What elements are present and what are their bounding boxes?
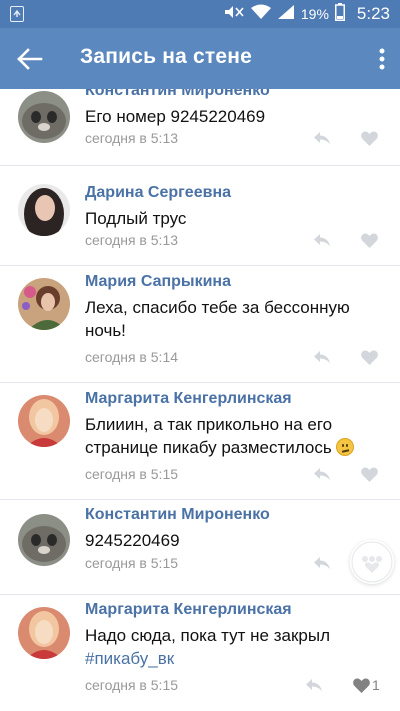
reply-icon[interactable] — [313, 350, 331, 364]
reply-icon[interactable] — [313, 467, 331, 481]
comment-item: Дарина Сергеевна Подлый трус сегодня в 5… — [0, 166, 400, 266]
comment-text: 9245220469 — [85, 531, 180, 550]
comment-text-body: Блииин, а так прикольно на его странице … — [85, 415, 333, 457]
avatar[interactable] — [18, 514, 70, 566]
comment-item: Маргарита Кенгерлинская Надо сюда, пока … — [0, 595, 400, 711]
comment-text: Леха, спасибо тебе за бессонную ночь! — [85, 298, 350, 340]
comment-time: сегодня в 5:15 — [85, 677, 179, 693]
heart-icon[interactable] — [361, 350, 378, 365]
avatar[interactable] — [18, 395, 70, 447]
app-bar: Запись на стене — [0, 28, 400, 89]
heart-icon[interactable] — [361, 131, 378, 146]
reply-icon[interactable] — [313, 556, 331, 570]
comment-time: сегодня в 5:15 — [85, 466, 179, 482]
avatar[interactable] — [18, 184, 70, 236]
comment-item: Константин Мироненко Его номер 924522046… — [0, 89, 400, 166]
reply-icon[interactable] — [305, 678, 323, 692]
mute-icon — [223, 4, 245, 25]
floating-action-button[interactable] — [350, 540, 394, 584]
comment-text: Подлый трус — [85, 209, 187, 228]
heart-icon[interactable] — [353, 678, 370, 693]
hashtag-link[interactable]: #пикабу_вк — [85, 647, 385, 670]
comment-text: Блииин, а так прикольно на его странице … — [85, 413, 385, 459]
comment-author[interactable]: Мария Сапрыкина — [85, 273, 231, 291]
comment-time: сегодня в 5:15 — [85, 555, 179, 571]
comment-text-body: Надо сюда, пока тут не закрыл — [85, 626, 331, 645]
comment-author[interactable]: Константин Мироненко — [85, 506, 270, 524]
comment-time: сегодня в 5:13 — [85, 232, 179, 248]
like-count: 1 — [372, 677, 380, 693]
avatar[interactable] — [18, 278, 70, 330]
heart-icon[interactable] — [361, 467, 378, 482]
clock: 5:23 — [356, 4, 390, 23]
comment-author[interactable]: Дарина Сергеевна — [85, 184, 231, 202]
comment-item: Маргарита Кенгерлинская Блииин, а так пр… — [0, 383, 400, 500]
notification-icon — [10, 6, 24, 22]
wifi-icon — [250, 4, 271, 25]
confused-face-icon — [336, 438, 355, 456]
comment-time: сегодня в 5:13 — [85, 130, 179, 146]
chat-bubble-icon — [351, 541, 393, 583]
arrow-left-icon[interactable] — [16, 46, 44, 72]
more-vertical-icon[interactable] — [378, 46, 386, 72]
reply-icon[interactable] — [313, 233, 331, 247]
comment-text: Надо сюда, пока тут не закрыл #пикабу_вк — [85, 624, 385, 670]
page-title: Запись на стене — [80, 45, 253, 68]
heart-icon[interactable] — [361, 233, 378, 248]
comment-author[interactable]: Маргарита Кенгерлинская — [85, 390, 292, 408]
battery-percent: 19% — [300, 6, 329, 22]
comment-text: Его номер 9245220469 — [85, 107, 266, 126]
comment-item: Мария Сапрыкина Леха, спасибо тебе за бе… — [0, 266, 400, 383]
status-bar: 19% 5:23 — [0, 0, 400, 28]
comment-item: Константин Мироненко 9245220469 сегодня … — [0, 500, 400, 595]
reply-icon[interactable] — [313, 131, 331, 145]
battery-icon — [334, 2, 345, 26]
comment-author[interactable]: Константин Мироненко — [85, 89, 270, 100]
avatar[interactable] — [18, 607, 70, 659]
comment-author[interactable]: Маргарита Кенгерлинская — [85, 601, 292, 619]
comment-time: сегодня в 5:14 — [85, 349, 179, 365]
avatar[interactable] — [18, 91, 70, 143]
signal-icon — [277, 4, 295, 25]
comments-list: Константин Мироненко Его номер 924522046… — [0, 89, 400, 711]
